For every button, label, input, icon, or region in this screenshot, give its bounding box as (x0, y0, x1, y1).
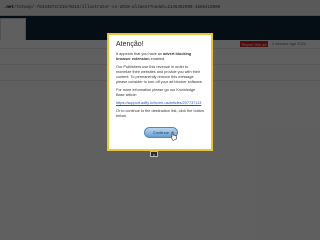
modal-paragraph: For more information please go our Knowl… (116, 88, 196, 97)
para1-post: enabled. (149, 57, 166, 61)
hand-pointer-icon (170, 131, 177, 141)
continue-area: Continue (144, 127, 178, 141)
knowledge-base-link[interactable]: https://support.adfly.io/hc/en-us/articl… (116, 101, 201, 105)
adblock-modal: Atenção! It appears that you have an adv… (107, 33, 213, 151)
modal-paragraph: Or to continue to the destination link, … (116, 109, 205, 118)
modal-paragraph: Our Publishers use this revenue in order… (116, 65, 204, 84)
close-icon[interactable]: x (150, 151, 158, 157)
modal-paragraph: It appears that you have an advert block… (116, 52, 204, 62)
modal-title: Atenção! (116, 41, 144, 48)
para1-pre: It appears that you have an (116, 52, 164, 56)
modal-link-paragraph: https://support.adfly.io/hc/en-us/articl… (116, 101, 204, 106)
